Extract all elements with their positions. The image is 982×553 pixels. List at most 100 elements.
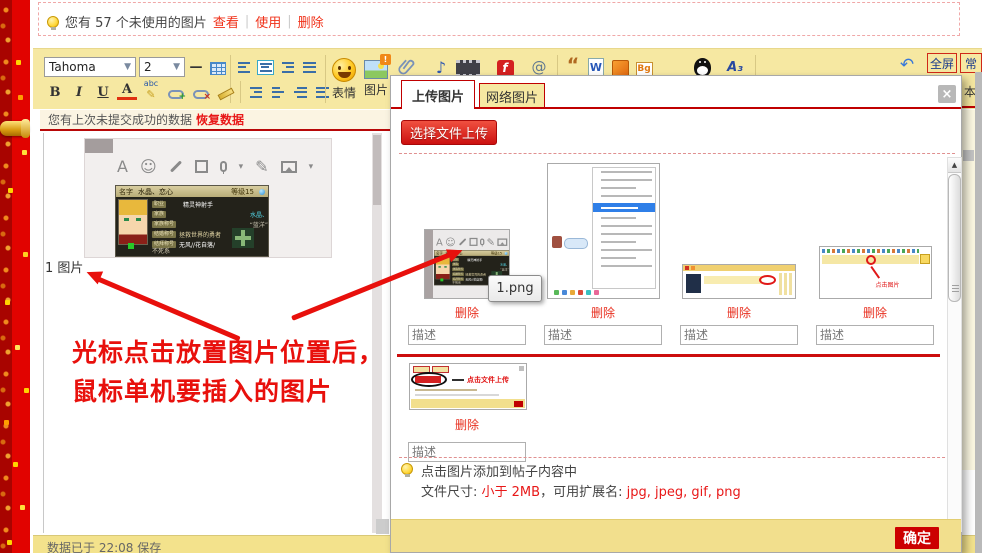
choose-file-label: 选择文件上传: [410, 123, 488, 142]
dialog-scrollbar[interactable]: ▲: [947, 157, 962, 532]
delete-link[interactable]: 删除: [298, 12, 324, 31]
arrow-up-icon: ▲: [952, 161, 957, 169]
choose-file-button[interactable]: 选择文件上传: [401, 120, 497, 145]
scrollbar-thumb[interactable]: [948, 174, 961, 302]
row-label: 家族: [452, 262, 459, 265]
delete-label: 删除: [591, 306, 615, 320]
game-bottom-text: 不死系: [152, 246, 170, 255]
uploaded-item: 删除: [541, 161, 665, 345]
highlighted-menu-item: [593, 203, 655, 212]
view-link[interactable]: 查看: [213, 12, 239, 31]
emoticon-button[interactable]: 表情: [332, 58, 356, 101]
word-paste-button[interactable]: W: [586, 57, 606, 77]
align-justify-button[interactable]: [299, 57, 319, 77]
email-button[interactable]: @: [529, 57, 549, 77]
description-input[interactable]: [816, 325, 934, 345]
microphone-icon: [220, 161, 227, 172]
thumbnail-preview[interactable]: [682, 264, 796, 299]
restore-data-link[interactable]: 恢复数据: [196, 111, 244, 128]
tab-network-image[interactable]: 网络图片: [479, 83, 545, 109]
fullscreen-button[interactable]: 全屏: [927, 53, 957, 73]
inserted-image[interactable]: A ☺ ▾ ✎ ▾ 名字 水晶、恋心 等级15 职业精灵神射手 家族水晶、 家族…: [84, 138, 332, 258]
description-input[interactable]: [680, 325, 798, 345]
avatar: [552, 236, 562, 248]
status-square: [128, 243, 134, 249]
audio-button[interactable]: ♪: [431, 57, 451, 77]
red-pointer-line: [870, 266, 880, 279]
italic-button[interactable]: I: [69, 82, 89, 102]
close-icon[interactable]: ×: [938, 85, 956, 103]
outdent-button[interactable]: [268, 82, 288, 102]
mini-annotation-text: 点击文件上传: [467, 375, 509, 385]
common-panel-button[interactable]: 常: [960, 53, 982, 73]
bullet-list-button[interactable]: [312, 82, 332, 102]
scroll-up-button[interactable]: ▲: [948, 158, 961, 173]
align-left-button[interactable]: [234, 57, 254, 77]
toolbar-separator: [325, 55, 326, 103]
align-center-button[interactable]: [255, 57, 275, 77]
indent-button[interactable]: [246, 82, 266, 102]
thumbnail-preview[interactable]: 点击图片: [819, 246, 932, 299]
game-level: 等级15: [491, 251, 502, 256]
confirm-button[interactable]: 确定: [895, 527, 939, 549]
insert-link-button[interactable]: +: [166, 84, 186, 104]
bold-icon: B: [50, 85, 61, 100]
undo-button[interactable]: ↶: [897, 55, 917, 75]
editor-scrollbar[interactable]: [372, 133, 382, 533]
thumbnail-preview[interactable]: 点击文件上传: [409, 363, 527, 410]
highlight-button[interactable]: abc ✎: [141, 80, 161, 100]
brush-icon: [218, 88, 235, 101]
highlight-line: [704, 276, 762, 284]
upload-dialog: 上传图片 网络图片 × 选择文件上传 A ☺ ✎: [390, 75, 962, 553]
use-link[interactable]: 使用: [255, 12, 281, 31]
window-corner: [85, 139, 113, 153]
delete-image-link[interactable]: 删除: [813, 304, 937, 321]
remove-link-button[interactable]: ×: [191, 84, 211, 104]
tip-size: 小于 2MB: [482, 485, 541, 500]
row-label: 结婚称号: [452, 272, 464, 275]
bold-button[interactable]: B: [45, 82, 65, 102]
chevron-down-icon: ▼: [173, 62, 180, 72]
align-right-button[interactable]: [277, 57, 297, 77]
viewer-toolbar-icons: A ☺ ✎: [436, 236, 507, 248]
image-icon: [497, 238, 507, 245]
font-family-select[interactable]: Tahoma ▼: [44, 57, 136, 77]
row-value: 水晶、: [250, 210, 268, 219]
insert-table-button[interactable]: [208, 58, 228, 78]
delete-image-link[interactable]: 删除: [405, 416, 529, 433]
dashed-divider: [399, 457, 955, 458]
font-color-button[interactable]: A: [117, 82, 137, 100]
underline-button[interactable]: U: [93, 82, 113, 102]
quote-button[interactable]: “: [563, 55, 583, 75]
row-value: 水晶、: [500, 262, 509, 266]
separator: |: [287, 14, 291, 29]
file-size-tip: 文件尺寸: 小于 2MB，可用扩展名: jpg, jpeg, gif, png: [421, 481, 741, 500]
dashed-divider: [399, 153, 955, 154]
chevron-down-icon: ▾: [239, 162, 244, 172]
attachment-button[interactable]: [397, 57, 417, 77]
editor-scrollbar-thumb[interactable]: [373, 135, 381, 205]
format-brush-button[interactable]: [216, 84, 236, 104]
game-character-name: 水晶、恋心: [138, 187, 173, 197]
mini-annotation-text: 点击图片: [876, 280, 900, 289]
delete-label: 删除: [863, 306, 887, 320]
qq-button[interactable]: [692, 57, 712, 77]
align-center-icon: [257, 60, 274, 75]
delete-image-link[interactable]: 删除: [541, 304, 665, 321]
browser-scrollbar[interactable]: [975, 72, 982, 553]
description-input[interactable]: [408, 442, 526, 462]
description-input[interactable]: [408, 325, 526, 345]
side-stripes: [779, 273, 793, 295]
row-value: 拯救世界的勇者: [465, 272, 486, 276]
tab-upload-image[interactable]: 上传图片: [401, 80, 475, 109]
insert-image-button[interactable]: 图片: [364, 60, 388, 98]
font-style-button[interactable]: A₃: [725, 57, 745, 77]
thumbnail-preview[interactable]: [547, 163, 660, 299]
ordered-list-button[interactable]: [290, 82, 310, 102]
film-icon: [456, 60, 480, 77]
description-input[interactable]: [544, 325, 662, 345]
delete-image-link[interactable]: 删除: [405, 304, 529, 321]
font-size-select[interactable]: 2 ▼: [139, 57, 185, 77]
horizontal-rule-button[interactable]: —: [186, 57, 206, 77]
delete-image-link[interactable]: 删除: [677, 304, 801, 321]
